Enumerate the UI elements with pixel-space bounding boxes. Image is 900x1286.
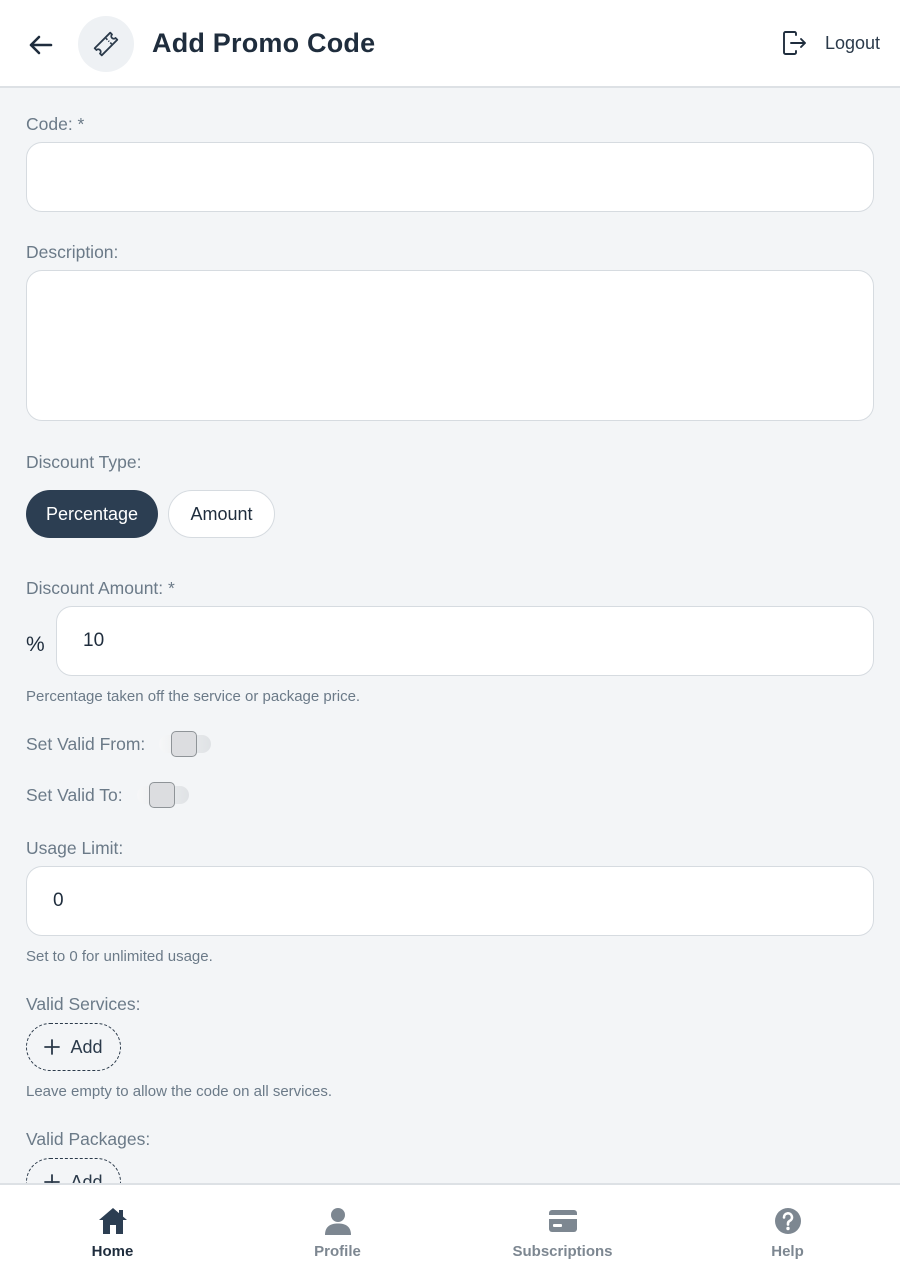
ticket-icon — [93, 31, 119, 57]
plus-icon — [44, 1039, 61, 1055]
code-label: Code: * — [26, 114, 85, 134]
valid-services-hint: Leave empty to allow the code on all ser… — [26, 1083, 332, 1100]
nav-label-profile: Profile — [314, 1243, 361, 1260]
page-title: Add Promo Code — [152, 28, 376, 58]
add-service-button[interactable]: Add — [26, 1023, 121, 1071]
app-header: Add Promo Code Logout — [0, 0, 900, 88]
valid-from-row: Set Valid From: — [26, 731, 212, 757]
code-input[interactable] — [26, 142, 874, 212]
discount-amount-input[interactable]: 10 — [56, 606, 874, 676]
nav-item-profile[interactable]: Profile — [225, 1185, 450, 1286]
valid-to-toggle[interactable] — [136, 782, 189, 808]
bottom-navigation: Home Profile Subscriptions Help — [0, 1183, 900, 1286]
discount-amount-hint: Percentage taken off the service or pack… — [26, 688, 361, 705]
discount-type-amount[interactable]: Amount — [168, 490, 275, 538]
logout-label: Logout — [824, 32, 880, 53]
usage-limit-hint: Set to 0 for unlimited usage. — [26, 948, 213, 965]
valid-to-label: Set Valid To: — [26, 784, 123, 805]
valid-packages-label: Valid Packages: — [26, 1129, 151, 1149]
discount-amount-label: Discount Amount: * — [26, 578, 175, 598]
toggle-knob — [148, 782, 175, 808]
valid-to-row: Set Valid To: — [26, 782, 189, 808]
description-textarea[interactable] — [26, 270, 874, 421]
discount-type-percentage[interactable]: Percentage — [26, 490, 158, 538]
nav-item-home[interactable]: Home — [0, 1185, 225, 1286]
valid-from-label: Set Valid From: — [26, 733, 146, 754]
description-label: Description: — [26, 242, 119, 262]
discount-type-label: Discount Type: — [26, 452, 142, 472]
nav-label-help: Help — [771, 1243, 804, 1260]
logout-button[interactable]: Logout — [781, 30, 880, 56]
title-icon-badge — [78, 16, 134, 72]
usage-limit-label: Usage Limit: — [26, 838, 124, 858]
profile-icon — [324, 1208, 351, 1235]
logout-icon — [782, 31, 806, 55]
valid-from-toggle[interactable] — [159, 731, 212, 757]
nav-item-help[interactable]: Help — [675, 1185, 900, 1286]
arrow-left-icon — [29, 35, 53, 55]
home-icon — [98, 1208, 127, 1234]
percent-prefix: % — [26, 633, 45, 656]
add-service-label: Add — [70, 1036, 103, 1057]
nav-label-home: Home — [91, 1243, 134, 1260]
nav-item-subscriptions[interactable]: Subscriptions — [450, 1185, 675, 1286]
nav-label-subscriptions: Subscriptions — [512, 1243, 613, 1260]
card-icon — [548, 1210, 577, 1232]
toggle-knob — [171, 731, 198, 757]
usage-limit-input[interactable]: 0 — [26, 866, 874, 936]
valid-services-label: Valid Services: — [26, 994, 141, 1014]
help-icon — [774, 1208, 801, 1234]
back-button[interactable] — [24, 28, 58, 62]
